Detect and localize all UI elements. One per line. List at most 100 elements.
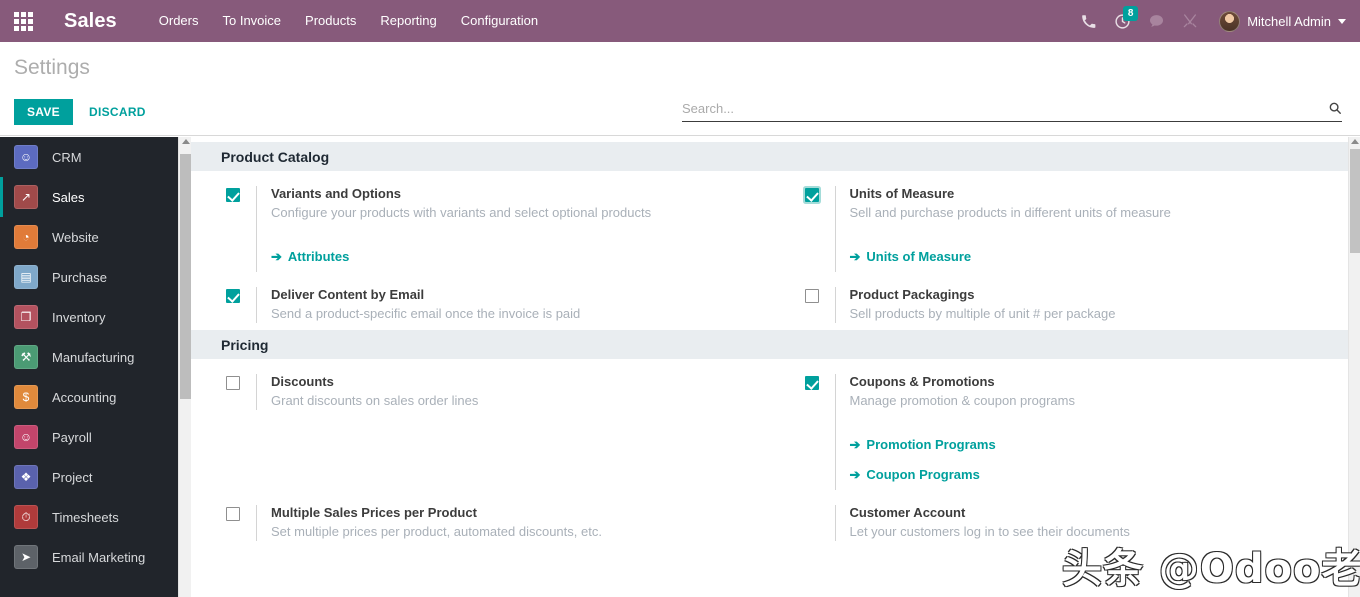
link-label: Promotion Programs [866, 437, 996, 452]
setting-body: Product Packagings Sell products by multi… [834, 287, 1329, 323]
menu-item-to-invoice[interactable]: To Invoice [211, 0, 294, 42]
checkbox-units-of-measure[interactable] [804, 188, 819, 202]
magnifier-icon[interactable] [1328, 101, 1342, 118]
sidebar-item-accounting[interactable]: $ Accounting [0, 377, 178, 417]
sidebar-item-crm[interactable]: ☺ CRM [0, 137, 178, 177]
user-menu[interactable]: Mitchell Admin [1219, 10, 1346, 32]
checkbox-variants-and-options[interactable] [226, 188, 240, 202]
inventory-box-icon: ❐ [14, 305, 38, 329]
setting-customer-account: Customer Account Let your customers log i… [770, 490, 1349, 541]
sidebar-scrollbar[interactable] [178, 137, 191, 597]
phone-icon[interactable] [1071, 0, 1105, 42]
manufacturing-wrench-icon: ⚒ [14, 345, 38, 369]
checkbox-deliver-content-by-email[interactable] [226, 289, 240, 303]
sidebar-item-label: Purchase [52, 269, 107, 285]
setting-label: Multiple Sales Prices per Product [271, 505, 477, 520]
app-brand-sales[interactable]: Sales [64, 10, 117, 33]
link-units-of-measure[interactable]: ➔ Units of Measure [850, 242, 1329, 272]
menu-item-orders[interactable]: Orders [147, 0, 211, 42]
link-coupon-programs[interactable]: ➔ Coupon Programs [850, 460, 1329, 490]
sidebar-item-email-marketing[interactable]: ➤ Email Marketing [0, 537, 178, 577]
save-button[interactable]: SAVE [14, 99, 73, 125]
scroll-up-arrow-icon[interactable] [182, 139, 190, 144]
setting-discounts: Discounts Grant discounts on sales order … [191, 359, 770, 410]
activity-count-badge: 8 [1123, 6, 1139, 21]
checkbox-coupons-promotions[interactable] [804, 376, 819, 390]
menu-item-reporting[interactable]: Reporting [368, 0, 448, 42]
setting-body: Units of Measure Sell and purchase produc… [834, 186, 1329, 272]
settings-row: Variants and Options Configure your produ… [191, 171, 1348, 272]
email-marketing-send-icon: ➤ [14, 545, 38, 569]
checkbox-product-packagings[interactable] [804, 289, 819, 303]
sidebar-item-payroll[interactable]: ☺ Payroll [0, 417, 178, 457]
link-label: Attributes [287, 249, 350, 264]
discard-button[interactable]: DISCARD [81, 99, 154, 125]
sidebar-item-label: Payroll [52, 429, 92, 445]
scroll-up-arrow-icon[interactable] [1351, 139, 1359, 144]
setting-variants-and-options: Variants and Options Configure your produ… [191, 171, 770, 272]
developer-tools-icon[interactable] [1173, 0, 1207, 42]
setting-label: Variants and Options [271, 186, 402, 201]
sidebar-item-label: Inventory [52, 309, 106, 325]
arrow-right-icon: ➔ [271, 249, 282, 264]
avatar [1219, 10, 1241, 32]
accounting-invoice-icon: $ [14, 385, 38, 409]
settings-content: Product Catalog Variants and Options Confi… [191, 137, 1360, 597]
setting-deliver-content-by-email: Deliver Content by Email Send a product-s… [191, 272, 770, 323]
apps-launcher-button[interactable] [0, 0, 46, 42]
setting-description: Set multiple prices per product, automat… [271, 524, 602, 539]
sidebar-item-inventory[interactable]: ❐ Inventory [0, 297, 178, 337]
sidebar-item-label: CRM [52, 149, 82, 165]
sidebar-item-purchase[interactable]: ▤ Purchase [0, 257, 178, 297]
setting-description: Manage promotion & coupon programs [849, 393, 1075, 408]
main-scrollbar[interactable] [1348, 137, 1360, 597]
setting-body: Coupons & Promotions Manage promotion & c… [834, 374, 1329, 490]
sidebar-item-sales[interactable]: ↗ Sales [0, 177, 178, 217]
setting-body: Variants and Options Configure your produ… [256, 186, 750, 272]
main-scrollbar-thumb[interactable] [1350, 149, 1360, 253]
user-name-label: Mitchell Admin [1247, 13, 1331, 29]
sidebar-item-label: Timesheets [52, 509, 119, 525]
checkbox-container [226, 287, 256, 323]
settings-row: Deliver Content by Email Send a product-s… [191, 272, 1348, 323]
setting-links: ➔ Promotion Programs ➔ Coupon Programs [850, 430, 1329, 490]
checkbox-container [804, 287, 835, 323]
checkbox-container [805, 505, 835, 541]
setting-body: Customer Account Let your customers log i… [834, 505, 1329, 541]
sidebar-item-website[interactable]: ◔ Website [0, 217, 178, 257]
checkbox-discounts[interactable] [226, 376, 240, 390]
sidebar-item-label: Accounting [52, 389, 117, 405]
sidebar-item-label: Sales [52, 189, 85, 205]
control-panel: Settings SAVE DISCARD [0, 42, 1360, 136]
link-attributes[interactable]: ➔ Attributes [271, 242, 750, 272]
sidebar-item-project[interactable]: ❖ Project [0, 457, 178, 497]
search-input[interactable] [682, 100, 1328, 119]
checkbox-multiple-sales-prices-per-product[interactable] [226, 507, 240, 521]
menu-item-products[interactable]: Products [293, 0, 368, 42]
setting-units-of-measure: Units of Measure Sell and purchase produc… [770, 171, 1349, 272]
sidebar-scrollbar-thumb[interactable] [180, 154, 191, 399]
messages-chat-icon[interactable] [1139, 0, 1173, 42]
sidebar-item-label: Project [52, 469, 93, 485]
sidebar-item-label: Manufacturing [52, 349, 135, 365]
search-bar[interactable] [682, 98, 1342, 122]
sidebar-item-timesheets[interactable]: ⏱ Timesheets [0, 497, 178, 537]
section-header-pricing: Pricing [191, 330, 1348, 359]
setting-description: Configure your products with variants an… [271, 205, 652, 220]
menu-item-configuration[interactable]: Configuration [449, 0, 550, 42]
apps-grid-icon [13, 11, 33, 31]
section-header-product-catalog: Product Catalog [191, 142, 1348, 171]
settings-row: Multiple Sales Prices per Product Set mul… [191, 490, 1348, 541]
sidebar-item-manufacturing[interactable]: ⚒ Manufacturing [0, 337, 178, 377]
setting-body: Deliver Content by Email Send a product-s… [256, 287, 750, 323]
setting-description: Sell and purchase products in different … [849, 205, 1171, 220]
control-panel-buttons: SAVE DISCARD [14, 99, 154, 125]
setting-label: Customer Account [849, 505, 966, 520]
arrow-right-icon: ➔ [849, 249, 861, 264]
chevron-down-icon [1338, 18, 1346, 24]
section-title: Product Catalog [221, 148, 330, 165]
link-promotion-programs[interactable]: ➔ Promotion Programs [850, 430, 1329, 460]
activity-clock-icon[interactable]: 8 [1105, 0, 1139, 42]
sales-chart-icon: ↗ [14, 185, 38, 209]
sidebar-item-label: Email Marketing [52, 549, 146, 565]
